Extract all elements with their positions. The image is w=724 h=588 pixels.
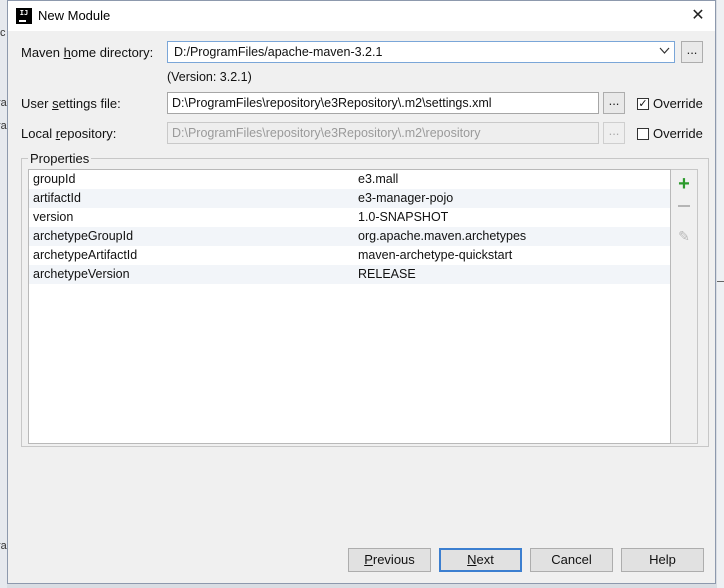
property-value: e3-manager-pojo	[358, 191, 454, 205]
background-ide-left-strip: ıc ra ra ra	[0, 0, 7, 588]
maven-home-browse-button[interactable]: ...	[681, 41, 703, 63]
property-key: groupId	[33, 172, 76, 186]
property-value: maven-archetype-quickstart	[358, 248, 513, 262]
maven-home-combobox[interactable]: D:/ProgramFiles/apache-maven-3.2.1	[167, 41, 675, 63]
user-settings-field[interactable]: D:\ProgramFiles\repository\e3Repository\…	[167, 92, 599, 114]
user-settings-label: User settings file:	[21, 96, 121, 111]
close-button[interactable]: ✕	[681, 1, 715, 31]
close-icon: ✕	[691, 7, 705, 24]
property-value: 1.0-SNAPSHOT	[358, 210, 449, 224]
override-label: Override	[653, 126, 703, 141]
checkmark-icon: ✓	[638, 97, 648, 110]
property-key: archetypeGroupId	[33, 229, 134, 243]
table-row[interactable]: artifactId e3-manager-pojo	[29, 189, 670, 208]
title-bar: IJ New Module ✕	[8, 1, 715, 31]
user-settings-browse-button[interactable]: ...	[603, 92, 625, 114]
next-button[interactable]: Next	[439, 548, 522, 572]
cancel-button[interactable]: Cancel	[530, 548, 613, 572]
chevron-down-icon[interactable]	[659, 45, 670, 59]
background-ide-right-strip	[717, 0, 724, 588]
table-row[interactable]: groupId e3.mall	[29, 170, 670, 189]
background-glyph: ra	[0, 540, 7, 552]
local-repository-browse-button: ...	[603, 122, 625, 144]
maven-version-text: (Version: 3.2.1)	[167, 70, 252, 84]
property-key: version	[33, 210, 74, 224]
new-module-dialog: IJ New Module ✕ Maven home directory: D:…	[7, 0, 716, 584]
help-button[interactable]: Help	[621, 548, 704, 572]
property-key: artifactId	[33, 191, 81, 205]
checkbox-box[interactable]	[637, 127, 649, 140]
properties-toolbar: + ✎	[671, 169, 698, 444]
property-key: archetypeVersion	[33, 267, 130, 281]
property-value: RELEASE	[358, 267, 416, 281]
properties-table[interactable]: groupId e3.mall artifactId e3-manager-po…	[28, 169, 671, 444]
table-row[interactable]: archetypeArtifactId maven-archetype-quic…	[29, 246, 670, 265]
property-value: e3.mall	[358, 172, 399, 186]
dialog-title: New Module	[38, 8, 111, 23]
property-value: org.apache.maven.archetypes	[358, 229, 527, 243]
property-key: archetypeArtifactId	[33, 248, 138, 262]
background-glyph: ıc	[0, 27, 6, 39]
maven-home-label: Maven home directory:	[21, 45, 154, 60]
edit-icon[interactable]: ✎	[671, 228, 697, 245]
remove-icon[interactable]	[671, 205, 697, 207]
local-repository-override-checkbox[interactable]: Override	[637, 126, 703, 141]
add-icon[interactable]: +	[671, 174, 697, 194]
table-row[interactable]: version 1.0-SNAPSHOT	[29, 208, 670, 227]
table-row[interactable]: archetypeVersion RELEASE	[29, 265, 670, 284]
local-repository-label: Local repository:	[21, 126, 117, 141]
maven-home-value: D:/ProgramFiles/apache-maven-3.2.1	[174, 45, 383, 59]
local-repository-field: D:\ProgramFiles\repository\e3Repository\…	[167, 122, 599, 144]
properties-group-title: Properties	[28, 151, 92, 166]
background-glyph: ra	[0, 97, 7, 109]
intellij-app-icon: IJ	[16, 8, 32, 24]
user-settings-override-checkbox[interactable]: ✓ Override	[637, 96, 703, 111]
background-glyph: ra	[0, 120, 7, 132]
table-row[interactable]: archetypeGroupId org.apache.maven.archet…	[29, 227, 670, 246]
background-tick	[717, 281, 724, 282]
override-label: Override	[653, 96, 703, 111]
checkbox-box[interactable]: ✓	[637, 97, 649, 110]
previous-button[interactable]: Previous	[348, 548, 431, 572]
